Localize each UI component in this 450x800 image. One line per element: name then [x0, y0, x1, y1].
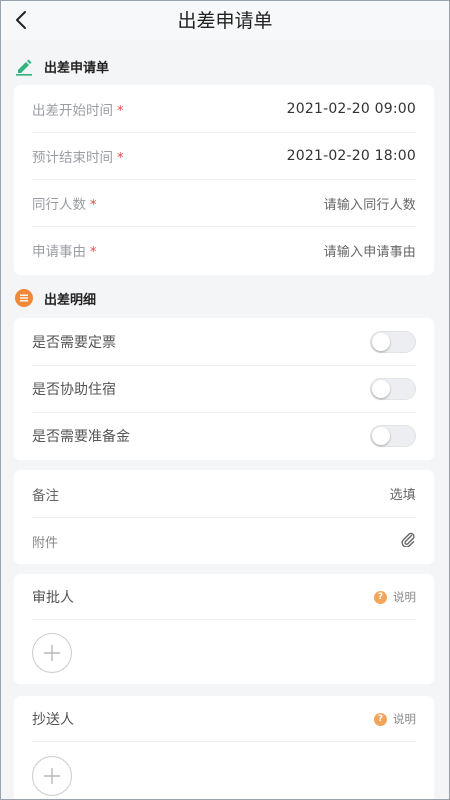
- nav-bar: 出差申请单: [0, 0, 450, 40]
- remark-row[interactable]: 备注 选填: [32, 470, 416, 517]
- start-time-value: 2021-02-20 09:00: [286, 100, 416, 117]
- required-mark: *: [117, 103, 124, 119]
- lodging-label: 是否协助住宿: [32, 382, 116, 398]
- paperclip-icon[interactable]: [400, 531, 416, 551]
- section-header-detail: 出差明细: [14, 287, 96, 309]
- attachment-label: 附件: [32, 535, 59, 551]
- reserve-toggle[interactable]: [370, 425, 416, 447]
- divider: [32, 619, 416, 620]
- reason-label: 申请事由 *: [32, 244, 97, 260]
- end-time-label: 预计结束时间 *: [32, 150, 124, 166]
- required-mark: *: [90, 198, 97, 213]
- ticket-label: 是否需要定票: [32, 334, 116, 351]
- attachment-row[interactable]: 附件: [32, 517, 416, 564]
- companions-label: 同行人数 *: [32, 197, 97, 213]
- toggle-knob: [372, 380, 390, 398]
- required-mark: *: [117, 151, 124, 166]
- cc-label: 抄送人: [32, 712, 74, 728]
- approver-header: 审批人 ? 说明: [32, 574, 416, 620]
- start-time-row[interactable]: 出差开始时间 * 2021-02-20 09:00: [32, 85, 416, 132]
- add-approver-button[interactable]: [32, 633, 72, 673]
- edit-pen-icon: [14, 56, 34, 76]
- companions-input[interactable]: 请输入同行人数: [324, 194, 416, 213]
- divider: [32, 741, 416, 742]
- remark-label: 备注: [32, 487, 59, 504]
- lodging-toggle[interactable]: [370, 378, 416, 400]
- start-time-label: 出差开始时间 *: [32, 102, 124, 119]
- reserve-label: 是否需要准备金: [32, 429, 130, 445]
- toggle-knob: [372, 427, 390, 445]
- remark-input[interactable]: 选填: [390, 484, 416, 503]
- companions-row[interactable]: 同行人数 * 请输入同行人数: [32, 179, 416, 226]
- ticket-row: 是否需要定票: [32, 318, 416, 365]
- reserve-row: 是否需要准备金: [32, 412, 416, 459]
- section-title-detail: 出差明细: [44, 292, 97, 308]
- list-icon: [14, 288, 34, 308]
- approver-card: 审批人 ? 说明: [14, 574, 434, 684]
- add-cc-button[interactable]: [32, 756, 72, 796]
- end-time-value: 2021-02-20 18:00: [286, 148, 416, 164]
- extra-card: 备注 选填 附件: [14, 470, 434, 564]
- reason-row[interactable]: 申请事由 * 请输入申请事由: [32, 226, 416, 273]
- required-mark: *: [90, 245, 97, 260]
- details-card: 是否需要定票 是否协助住宿 是否需要准备金: [14, 318, 434, 460]
- reason-input[interactable]: 请输入申请事由: [324, 241, 416, 260]
- plus-icon: [44, 768, 60, 784]
- end-time-row[interactable]: 预计结束时间 * 2021-02-20 18:00: [32, 132, 416, 179]
- section-title-form: 出差申请单: [44, 60, 110, 76]
- page-title: 出差申请单: [177, 10, 273, 32]
- form-card: 出差开始时间 * 2021-02-20 09:00 预计结束时间 * 2021-02…: [14, 85, 434, 275]
- approver-hint[interactable]: ? 说明: [374, 589, 416, 605]
- lodging-row: 是否协助住宿: [32, 365, 416, 412]
- question-icon: ?: [374, 590, 387, 604]
- plus-icon: [44, 645, 60, 661]
- question-icon: ?: [374, 712, 387, 726]
- ticket-toggle[interactable]: [370, 330, 416, 353]
- cc-hint[interactable]: ? 说明: [374, 711, 416, 727]
- section-header-form: 出差申请单: [14, 55, 109, 77]
- cc-card: 抄送人 ? 说明: [14, 696, 434, 800]
- cc-header: 抄送人 ? 说明: [32, 696, 416, 742]
- toggle-knob: [372, 332, 390, 351]
- approver-label: 审批人: [32, 590, 74, 606]
